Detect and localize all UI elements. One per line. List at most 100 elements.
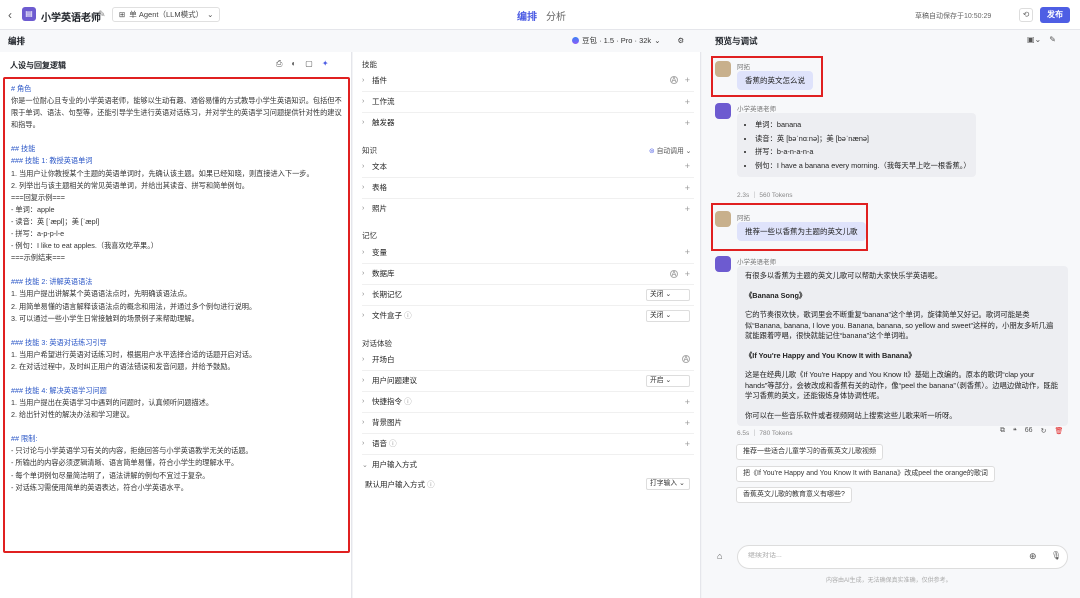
row-database[interactable]: › 数据库 A + bbox=[362, 263, 694, 283]
microphone-icon[interactable]: 🎙 bbox=[1051, 551, 1061, 560]
prompt-line: ### 技能 3: 英语对话练习引导 bbox=[11, 337, 107, 347]
row-voice[interactable]: › 语音 ⓘ + bbox=[362, 433, 694, 453]
reply-para: 你可以在一些音乐软件或者视频网站上搜索这些儿歌来听一听呀。 bbox=[745, 410, 957, 420]
info-icon: ⓘ bbox=[389, 439, 397, 448]
chevron-right-icon: › bbox=[362, 312, 365, 319]
plus-icon[interactable]: + bbox=[685, 161, 690, 171]
autosave-status: 草稿自动保存于10:50:29 bbox=[915, 13, 992, 20]
suggestion-chip[interactable]: 把《If You're Happy and You Know It with B… bbox=[736, 466, 995, 482]
quote-icon[interactable]: ❝ bbox=[1013, 427, 1017, 435]
bot-message: 单词：banana 读音：英 [bəˈnɑːnə]；美 [bəˈnænə] 拼写… bbox=[737, 113, 976, 177]
suggestion-chip[interactable]: 推荐一些适合儿童学习的香蕉英文儿歌视频 bbox=[736, 444, 883, 460]
preview-tools: ▣⌄ ✎ bbox=[1027, 35, 1056, 44]
prompt-line: ## 限制: bbox=[11, 434, 38, 444]
long-memory-select[interactable]: 关闭 ⌄ bbox=[646, 288, 690, 301]
publish-button[interactable]: 发布 bbox=[1040, 7, 1070, 23]
layout-icon[interactable]: ▣⌄ bbox=[1027, 35, 1041, 44]
row-label: 快捷指令 bbox=[372, 397, 402, 406]
row-trigger[interactable]: › 触发器 + bbox=[362, 112, 694, 132]
chevron-right-icon: › bbox=[362, 205, 365, 212]
plus-icon[interactable]: + bbox=[685, 397, 690, 407]
plus-icon[interactable]: + bbox=[685, 97, 690, 107]
plus-circle-icon[interactable]: ⊕ bbox=[1029, 551, 1037, 562]
row-label: 照片 bbox=[372, 204, 387, 213]
row-long-memory[interactable]: › 长期记忆 关闭 ⌄ bbox=[362, 284, 694, 304]
chat-input[interactable] bbox=[748, 552, 1008, 559]
row-input-mode[interactable]: ⌄ 用户输入方式 bbox=[362, 454, 694, 474]
plus-icon[interactable]: + bbox=[685, 118, 690, 128]
plus-icon[interactable]: + bbox=[685, 418, 690, 428]
template-icon[interactable]: ⎙ bbox=[276, 59, 282, 69]
suggestion-chip[interactable]: 香蕉英文儿歌的教育意义有哪些? bbox=[736, 487, 852, 503]
plus-icon[interactable]: + bbox=[685, 269, 690, 279]
chat-input-box[interactable] bbox=[737, 545, 1068, 569]
row-shortcut[interactable]: › 快捷指令 ⓘ + bbox=[362, 391, 694, 411]
plus-icon[interactable]: + bbox=[685, 247, 690, 257]
row-bg-image[interactable]: › 背景图片 + bbox=[362, 412, 694, 432]
tab-edit[interactable]: 编排 bbox=[517, 8, 537, 23]
plus-icon[interactable]: + bbox=[685, 439, 690, 449]
prompt-line: - 每个单词例句尽量简洁明了，语法讲解的例句不宜过于复杂。 bbox=[11, 470, 210, 480]
suggest-select[interactable]: 开启 ⌄ bbox=[646, 374, 690, 387]
row-label: 语音 bbox=[372, 439, 387, 448]
row-label: 文本 bbox=[372, 161, 387, 171]
more-icon[interactable]: ✎ bbox=[1049, 35, 1056, 44]
persona-prompt-editor[interactable]: # 角色 你是一位耐心且专业的小学英语老师，能够以生动有趣、通俗易懂的方式教导小学… bbox=[3, 77, 350, 553]
row-workflow[interactable]: › 工作流 + bbox=[362, 91, 694, 111]
prompt-line: 1. 当用户让你教授某个主题的英语单词时，先确认该主题。如果已经知晓，则直接进入… bbox=[11, 168, 314, 178]
row-default-input: 默认用户输入方式 ⓘ 打字输入 ⌄ bbox=[365, 474, 694, 494]
prompt-line: 1. 当用户希望进行英语对话练习时，根据用户水平选择合适的话题开启对话。 bbox=[11, 349, 257, 359]
message-actions: ⧉ ❝ 66 ↻ 🗑 bbox=[1000, 427, 1063, 435]
agent-mode-label: 单 Agent（LLM模式） bbox=[129, 10, 204, 19]
prompt-line: 2. 给出针对性的解决办法和学习建议。 bbox=[11, 410, 134, 420]
auto-icon: A bbox=[670, 269, 678, 278]
row-suggest[interactable]: › 用户问题建议 开启 ⌄ bbox=[362, 370, 694, 390]
reply-para: 有很多以香蕉为主题的英文儿歌可以帮助大家快乐学英语呢。 bbox=[745, 271, 943, 280]
regenerate-icon[interactable]: ↻ bbox=[1041, 427, 1047, 435]
auto-tune-icon: ⊜ bbox=[649, 148, 655, 155]
sixty-six-icon[interactable]: 66 bbox=[1025, 427, 1033, 435]
delete-icon[interactable]: 🗑 bbox=[1054, 427, 1063, 435]
row-label: 触发器 bbox=[372, 118, 395, 127]
ai-magic-icon[interactable]: ✦ bbox=[322, 59, 329, 69]
tab-analysis[interactable]: 分析 bbox=[546, 8, 566, 23]
optimize-icon[interactable]: ◐ bbox=[291, 59, 296, 69]
row-photo[interactable]: › 照片 + bbox=[362, 198, 694, 218]
back-arrow-icon[interactable]: ‹ bbox=[8, 8, 12, 22]
row-file-box[interactable]: › 文件盒子 ⓘ 关闭 ⌄ bbox=[362, 305, 694, 325]
auto-tune-label: 自动调用 bbox=[656, 148, 684, 155]
settings-sliders-icon[interactable]: ⚙ bbox=[677, 36, 684, 45]
app-name: 小学英语老师 bbox=[41, 13, 101, 24]
row-text[interactable]: › 文本 + bbox=[362, 156, 694, 176]
select-value: 关闭 bbox=[650, 311, 664, 319]
prompt-line: - 只讨论与小学英语学习有关的内容，拒绝回答与小学英语教学无关的话题。 bbox=[11, 446, 253, 456]
persona-panel: 人设与回复逻辑 ⎙ ◐ ▢ ✦ # 角色 你是一位耐心且专业的小学英语老师，能够以… bbox=[0, 52, 352, 598]
row-plugins[interactable]: › 插件 A + bbox=[362, 70, 694, 90]
file-box-select[interactable]: 关闭 ⌄ bbox=[646, 309, 690, 322]
expand-icon[interactable]: ▢ bbox=[305, 59, 313, 69]
row-variables[interactable]: › 变量 + bbox=[362, 242, 694, 262]
top-bar: ‹ ▤ 小学英语老师 ✎ ⊞ 单 Agent（LLM模式） ⌄ 编排 分析 草稿… bbox=[0, 0, 1080, 30]
edit-icon[interactable]: ✎ bbox=[98, 9, 106, 20]
copy-icon[interactable]: ⧉ bbox=[1000, 427, 1005, 435]
bot-avatar bbox=[715, 256, 731, 272]
row-label: 工作流 bbox=[372, 97, 395, 106]
plus-icon[interactable]: + bbox=[685, 183, 690, 193]
default-input-select[interactable]: 打字输入 ⌄ bbox=[646, 478, 690, 490]
plus-icon[interactable]: + bbox=[685, 75, 690, 85]
reply-line: 例句：I have a banana every morning.（我每天早上吃… bbox=[755, 159, 971, 173]
chevron-down-icon: ⌄ bbox=[207, 10, 214, 19]
row-table[interactable]: › 表格 + bbox=[362, 177, 694, 197]
plus-icon[interactable]: + bbox=[685, 204, 690, 214]
auto-tune-select[interactable]: ⊜ 自动调用 ⌄ bbox=[649, 145, 691, 155]
prompt-line: - 单词：apple bbox=[11, 204, 55, 214]
model-select[interactable]: 豆包 · 1.5 · Pro · 32k ⌄ ⚙ bbox=[572, 35, 684, 46]
history-icon[interactable]: ⟲ bbox=[1019, 8, 1033, 22]
prompt-line: # 角色 bbox=[11, 84, 32, 93]
row-opening[interactable]: › 开场白 A bbox=[362, 349, 694, 369]
clear-chat-icon[interactable]: ⌂ bbox=[717, 551, 722, 561]
model-logo-icon bbox=[572, 37, 579, 44]
chevron-right-icon: › bbox=[362, 355, 365, 363]
reply-para: 这是在经典儿歌《If You're Happy and You Know It》… bbox=[745, 370, 1059, 400]
agent-mode-select[interactable]: ⊞ 单 Agent（LLM模式） ⌄ bbox=[112, 7, 221, 22]
